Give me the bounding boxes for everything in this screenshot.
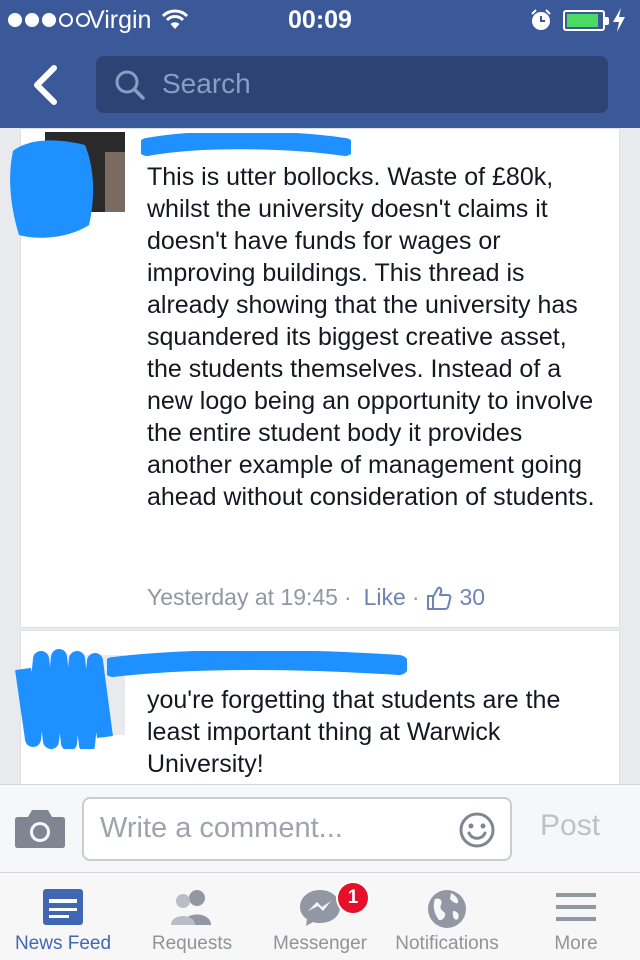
tab-requests[interactable]: Requests <box>128 873 256 960</box>
comment-text: you're forgetting that students are the … <box>147 686 561 778</box>
thumbs-up-icon <box>426 586 451 610</box>
tab-notifications[interactable]: Notifications <box>384 873 510 960</box>
search-input[interactable]: Search <box>96 56 608 113</box>
like-link[interactable]: Like <box>364 584 406 611</box>
news-feed-icon <box>43 889 83 925</box>
tab-label: More <box>554 933 598 954</box>
tab-news-feed[interactable]: News Feed <box>0 873 126 960</box>
battery-icon <box>563 10 609 31</box>
messenger-icon <box>300 890 340 926</box>
like-count[interactable]: 30 <box>460 584 486 611</box>
search-placeholder: Search <box>162 68 251 99</box>
comment: you're forgetting that students are the … <box>15 630 620 785</box>
notification-badge: 1 <box>336 881 370 915</box>
comment: This is utter bollocks. Waste of £80k, w… <box>10 128 620 628</box>
post-button[interactable]: Post <box>540 809 600 843</box>
camera-icon[interactable] <box>14 805 66 849</box>
back-chevron-icon[interactable] <box>30 64 60 106</box>
tab-bar: News Feed Requests 1 Messenger Notificat… <box>0 872 640 960</box>
search-icon <box>115 70 145 100</box>
menu-icon <box>556 893 596 921</box>
tab-more[interactable]: More <box>512 873 640 960</box>
charging-icon <box>613 8 625 32</box>
tab-label: Messenger <box>273 933 367 954</box>
emoji-icon[interactable] <box>458 811 496 849</box>
redaction-scribble <box>107 651 407 677</box>
status-bar: Virgin 00:09 <box>0 0 640 40</box>
alarm-clock-icon <box>531 9 551 30</box>
globe-icon <box>428 890 466 928</box>
tab-label: Requests <box>151 933 233 954</box>
comment-timestamp: Yesterday at 19:45 <box>147 584 338 610</box>
redaction-scribble <box>10 140 94 238</box>
friend-requests-icon <box>171 890 211 925</box>
redaction-scribble <box>141 133 351 156</box>
comment-text: This is utter bollocks. Waste of £80k, w… <box>147 163 595 511</box>
tab-messenger[interactable]: 1 Messenger <box>256 873 384 960</box>
tab-label: News Feed <box>14 933 112 954</box>
tab-label: Notifications <box>395 933 499 954</box>
comment-input[interactable]: Write a comment... <box>82 797 512 861</box>
comment-meta: Yesterday at 19:45 · Like · 30 <box>147 584 486 611</box>
comment-placeholder: Write a comment... <box>100 812 343 844</box>
comment-composer: Write a comment... Post <box>0 784 640 872</box>
header: Virgin 00:09 Search <box>0 0 640 128</box>
